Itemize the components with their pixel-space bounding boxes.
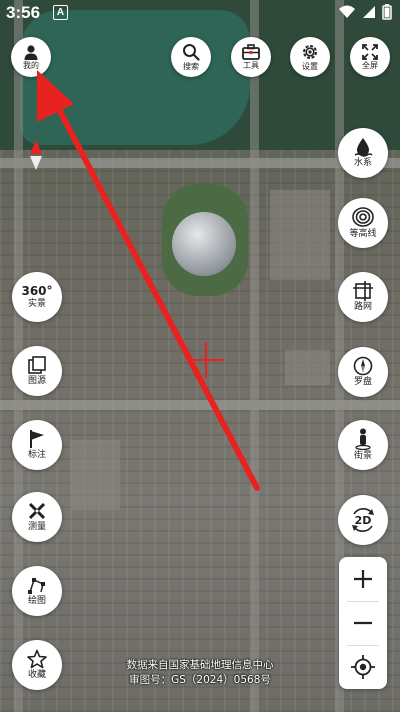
- annotation-arrow-icon: [37, 70, 260, 491]
